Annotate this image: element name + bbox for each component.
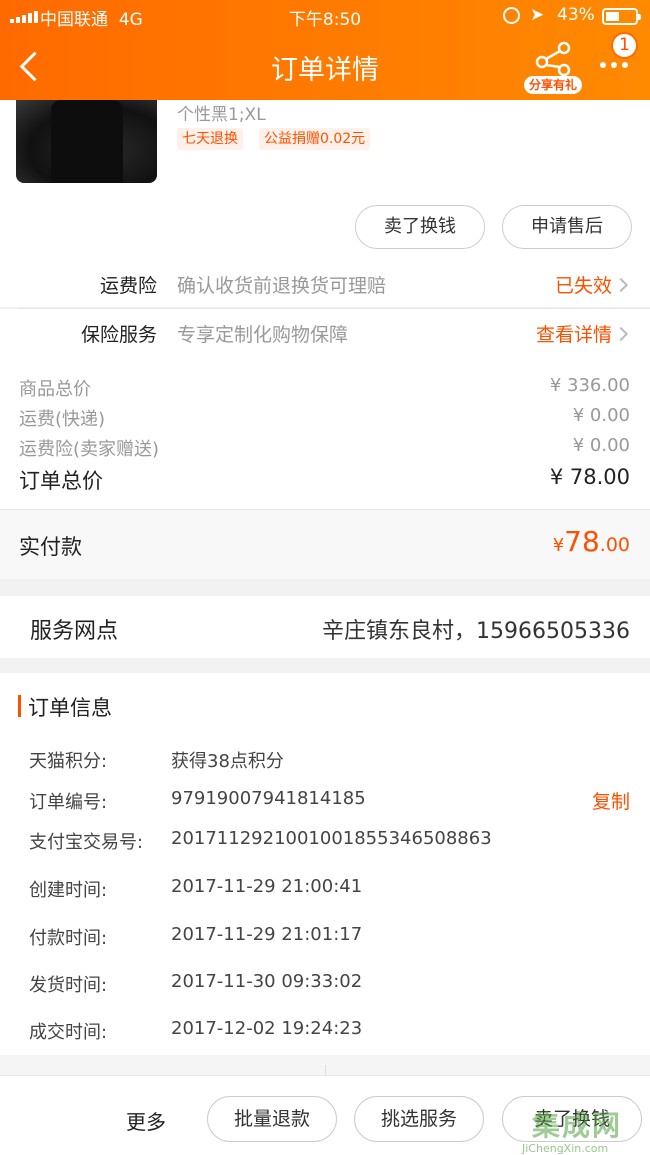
info-value: 2017-11-30 09:33:02 <box>171 971 363 992</box>
info-label: 成交时间: <box>29 1022 108 1043</box>
shipping-insurance-label: 运费险(卖家赠送) <box>19 439 160 460</box>
info-value: 2017-12-02 19:24:23 <box>171 1018 363 1039</box>
info-value: 97919007941814185 <box>171 788 366 809</box>
insurance-desc: 专享定制化购物保障 <box>177 324 349 346</box>
shipping-label: 运费(快递) <box>19 409 106 430</box>
service-point-label: 服务网点 <box>30 619 119 644</box>
status-bar: 中国联通 4G 下午8:50 ➤ 43% <box>0 0 650 34</box>
tag-charity: 公益捐赠0.02元 <box>259 128 371 150</box>
order-total-label: 订单总价 <box>19 469 103 493</box>
watermark-logo: 集成网 <box>532 1109 623 1142</box>
actual-paid-row: 实付款 ¥78.00 <box>0 509 650 579</box>
product-item[interactable]: 个性黑1;XL 七天退换 公益捐赠0.02元 <box>0 100 650 198</box>
info-value: 获得38点积分 <box>171 751 284 772</box>
insurance-service-row[interactable]: 保险服务 专享定制化购物保障 查看详情 <box>0 309 650 356</box>
divider <box>0 1055 650 1075</box>
shipping-insurance-value: ¥ 0.00 <box>572 435 630 456</box>
price-breakdown: 商品总价 ¥ 336.00 运费(快递) ¥ 0.00 运费险(卖家赠送) ¥ … <box>0 356 650 509</box>
info-label: 付款时间: <box>29 928 108 949</box>
watermark-url: JiChengXin.com <box>522 1142 609 1155</box>
item-actions: 卖了换钱 申请售后 <box>0 198 650 260</box>
order-info-section: 订单信息 天猫积分: 获得38点积分 订单编号: 979190079418141… <box>0 673 650 1055</box>
message-badge: 1 <box>611 32 638 59</box>
aftersale-button[interactable]: 申请售后 <box>502 205 632 249</box>
divider <box>18 308 650 309</box>
info-value: 2017-11-29 21:00:41 <box>171 876 363 897</box>
select-service-button[interactable]: 挑选服务 <box>354 1096 484 1142</box>
order-total-value: ¥ 78.00 <box>549 465 630 489</box>
insurance-name: 运费险 <box>99 275 157 297</box>
info-label: 订单编号: <box>29 792 108 813</box>
section-accent <box>18 695 21 717</box>
actual-paid-label: 实付款 <box>19 535 82 559</box>
battery-percent: 43% <box>557 5 595 25</box>
sell-button[interactable]: 卖了换钱 <box>355 205 485 249</box>
goods-total-value: ¥ 336.00 <box>549 375 630 396</box>
tag-return: 七天退换 <box>177 128 243 150</box>
more-button[interactable]: 更多 <box>126 1106 166 1135</box>
goods-total-label: 商品总价 <box>19 379 91 400</box>
service-point-value: 辛庄镇东良村，15966505336 <box>322 619 630 644</box>
insurance-status: 查看详情 <box>535 324 612 346</box>
insurance-name: 保险服务 <box>80 324 157 346</box>
info-value: 2017112921001001855346508863 <box>171 828 492 849</box>
actual-paid-value: ¥78.00 <box>552 525 630 558</box>
more-icon[interactable] <box>600 62 632 72</box>
shipping-value: ¥ 0.00 <box>572 405 630 426</box>
info-label: 支付宝交易号: <box>29 832 144 853</box>
location-icon: ➤ <box>530 5 545 25</box>
insurance-status: 已失效 <box>554 275 612 297</box>
chevron-right-icon <box>613 326 629 342</box>
battery-icon <box>602 8 641 25</box>
shipping-insurance-row[interactable]: 运费险 确认收货前退换货可理赔 已失效 <box>0 260 650 307</box>
info-label: 发货时间: <box>29 975 108 996</box>
service-point-row[interactable]: 服务网点 辛庄镇东良村，15966505336 <box>0 596 650 658</box>
rotation-lock-icon <box>503 7 520 24</box>
bottom-action-bar: 更多 批量退款 挑选服务 卖了换钱 集成网 JiChengXin.com <box>0 1075 650 1155</box>
info-label: 创建时间: <box>29 880 108 901</box>
insurance-desc: 确认收货前退换货可理赔 <box>177 275 387 297</box>
copy-button[interactable]: 复制 <box>592 787 630 814</box>
share-label: 分享有礼 <box>524 76 582 94</box>
info-label: 天猫积分: <box>29 751 108 772</box>
share-icon <box>535 41 571 76</box>
product-image <box>16 100 157 183</box>
info-value: 2017-11-29 21:01:17 <box>171 924 363 945</box>
batch-refund-button[interactable]: 批量退款 <box>207 1096 337 1142</box>
chevron-right-icon <box>613 277 629 293</box>
header: 中国联通 4G 下午8:50 ➤ 43% 订单详情 分享有礼 1 <box>0 0 650 100</box>
section-title: 订单信息 <box>28 696 112 720</box>
product-sku: 个性黑1;XL <box>177 105 266 125</box>
clock: 下午8:50 <box>288 10 362 30</box>
share-button[interactable]: 分享有礼 <box>524 40 582 94</box>
